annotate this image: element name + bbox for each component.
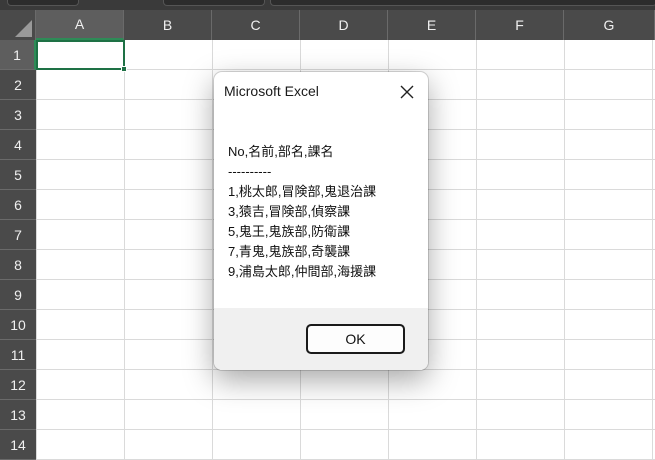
select-all-button[interactable] [0,10,36,40]
row-header-13[interactable]: 13 [0,400,36,430]
column-header-g[interactable]: G [564,10,655,40]
close-icon [400,85,414,99]
select-all-triangle-icon [15,20,32,37]
column-header-b[interactable]: B [124,10,212,40]
dialog-footer: OK [214,308,428,370]
toolbar-edge [163,0,265,6]
column-header-d[interactable]: D [300,10,388,40]
row-header-7[interactable]: 7 [0,220,36,250]
formula-bar-edge [270,0,655,6]
row-header-10[interactable]: 10 [0,310,36,340]
toolbar-edge [7,0,79,6]
row-header-2[interactable]: 2 [0,70,36,100]
row-header-9[interactable]: 9 [0,280,36,310]
close-button[interactable] [390,75,424,109]
message-line: 9,浦島太郎,仲間部,海援課 [228,264,377,279]
dialog-body: No,名前,部名,課名 ---------- 1,桃太郎,冒険部,鬼退治課 3,… [214,110,428,308]
ok-button[interactable]: OK [306,324,405,354]
row-header-1[interactable]: 1 [0,40,36,70]
message-line: No,名前,部名,課名 [228,144,334,159]
row-header-5[interactable]: 5 [0,160,36,190]
column-header-e[interactable]: E [388,10,476,40]
fill-handle[interactable] [121,66,127,72]
row-header-4[interactable]: 4 [0,130,36,160]
dialog-title: Microsoft Excel [224,83,319,99]
column-header-f[interactable]: F [476,10,564,40]
message-box-dialog: Microsoft Excel No,名前,部名,課名 ---------- 1… [214,72,428,370]
active-cell-a1[interactable] [36,40,125,70]
row-header-6[interactable]: 6 [0,190,36,220]
window-top-strip [0,0,655,10]
column-header-c[interactable]: C [212,10,300,40]
message-line: 7,青鬼,鬼族部,奇襲課 [228,244,351,259]
message-line: 3,猿吉,冒険部,偵察課 [228,204,351,219]
message-line: ---------- [228,164,272,179]
row-header-11[interactable]: 11 [0,340,36,370]
row-header-12[interactable]: 12 [0,370,36,400]
dialog-message: No,名前,部名,課名 ---------- 1,桃太郎,冒険部,鬼退治課 3,… [228,142,376,282]
row-header-3[interactable]: 3 [0,100,36,130]
row-header-14[interactable]: 14 [0,430,36,460]
column-header-a[interactable]: A [36,10,124,40]
message-line: 5,鬼王,鬼族部,防衛課 [228,224,351,239]
message-line: 1,桃太郎,冒険部,鬼退治課 [228,184,377,199]
row-header-8[interactable]: 8 [0,250,36,280]
